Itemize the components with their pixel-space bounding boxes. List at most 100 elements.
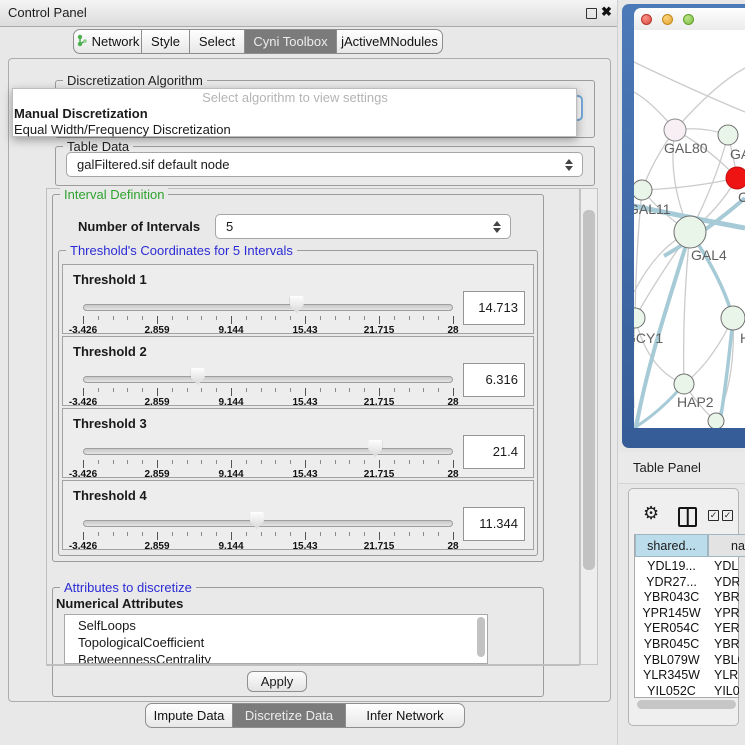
slider-tick [98, 316, 99, 320]
columns-icon[interactable] [678, 507, 697, 527]
table-cell[interactable]: YBL0 [714, 653, 739, 667]
slider-tick [335, 460, 336, 464]
network-node-gcy1[interactable] [634, 308, 645, 328]
table-cell[interactable]: YPR1 [714, 606, 739, 620]
table-cell[interactable]: YBR0 [714, 590, 739, 604]
table-cell[interactable]: YBR043C [635, 590, 708, 604]
network-node-ga[interactable] [718, 125, 738, 145]
slider-tick-label: 21.715 [364, 397, 395, 408]
mac-zoom-icon[interactable] [683, 14, 694, 25]
attribute-item[interactable]: TopologicalCoefficient [65, 634, 487, 651]
threshold-label: Threshold 1 [73, 272, 147, 287]
table-cell[interactable]: YER054C [635, 621, 708, 635]
gear-icon[interactable]: ⚙ [643, 503, 659, 524]
slider-tick [453, 388, 454, 396]
network-canvas[interactable]: GAL80GACGAL11GAL4GCY1HHAP2 [634, 30, 745, 428]
num-intervals-combobox[interactable]: 5 [215, 214, 511, 239]
threshold-value-field[interactable]: 21.4 [463, 435, 525, 469]
float-window-icon[interactable] [586, 8, 597, 19]
list-scrollbar-thumb[interactable] [477, 617, 485, 657]
bottom-tab-impute-data[interactable]: Impute Data [145, 703, 233, 728]
tab-network[interactable]: Network [73, 29, 142, 54]
table-cell[interactable]: YBR0 [714, 637, 739, 651]
slider-tick [83, 316, 84, 324]
algorithm-option[interactable]: Equal Width/Frequency Discretization [13, 122, 576, 138]
tab-jactivemnodules[interactable]: jActiveMNodules [337, 29, 443, 54]
screen: Control Panel ✖ NetworkStyleSelectCyni T… [0, 0, 745, 745]
slider-tick [216, 532, 217, 536]
slider-track[interactable] [83, 304, 453, 311]
slider-tick [231, 316, 232, 324]
checkbox-icon[interactable]: ✓ [708, 510, 719, 521]
apply-button[interactable]: Apply [247, 671, 307, 692]
bottom-tab-infer-network[interactable]: Infer Network [346, 703, 465, 728]
tab-label: Select [199, 34, 235, 49]
tab-cyni-toolbox[interactable]: Cyni Toolbox [245, 29, 337, 54]
network-node-hap2[interactable] [674, 374, 694, 394]
slider-tick [157, 532, 158, 540]
slider-tick [142, 460, 143, 464]
table-cell[interactable]: YDL1 [714, 559, 739, 573]
slider-tick [320, 316, 321, 320]
slider-tick-label: 9.144 [218, 397, 243, 408]
threshold-box: Threshold 1-3.4262.8599.14415.4321.71528… [62, 264, 534, 334]
slider-tick [275, 316, 276, 320]
attribute-item[interactable]: SelfLoops [65, 617, 487, 634]
mac-minimize-icon[interactable] [662, 14, 673, 25]
threshold-value-field[interactable]: 14.713 [463, 291, 525, 325]
table-column-header[interactable]: shared... [635, 534, 708, 557]
numerical-attributes-label: Numerical Attributes [56, 596, 183, 611]
tab-select[interactable]: Select [190, 29, 245, 54]
network-node-h[interactable] [721, 306, 745, 330]
table-cell[interactable]: YER0 [714, 621, 739, 635]
mac-close-icon[interactable] [641, 14, 652, 25]
network-node-gal4[interactable] [674, 216, 706, 248]
threshold-value-field[interactable]: 11.344 [463, 507, 525, 541]
table-cell[interactable]: YLR345W [635, 668, 708, 682]
table-cell[interactable]: YPR145W [635, 606, 708, 620]
attribute-item[interactable]: BetweennessCentrality [65, 651, 487, 664]
threshold-value-field[interactable]: 6.316 [463, 363, 525, 397]
table-cell[interactable]: YDR2 [714, 575, 739, 589]
slider-tick [438, 388, 439, 392]
table-cell[interactable]: YBR045C [635, 637, 708, 651]
bottom-tab-discretize-data[interactable]: Discretize Data [233, 703, 346, 728]
algorithm-popup: Select algorithm to view settings Manual… [12, 88, 577, 137]
slider-tick [83, 460, 84, 468]
slider-tick [98, 460, 99, 464]
table-hscrollbar-thumb[interactable] [637, 700, 736, 709]
table-data-combobox[interactable]: galFiltered.sif default node [66, 152, 583, 177]
slider-tick [172, 460, 173, 464]
checkbox-icon[interactable]: ✓ [722, 510, 733, 521]
slider-tick [127, 316, 128, 320]
slider-tick-label: -3.426 [69, 397, 97, 408]
vertical-scrollbar-thumb[interactable] [583, 210, 595, 570]
table-cell[interactable]: YDR27... [635, 575, 708, 589]
slider-tick [187, 532, 188, 536]
network-window-titlebar[interactable] [634, 8, 745, 31]
network-node-gal11[interactable] [634, 180, 652, 200]
slider-tick [83, 532, 84, 540]
table-cell[interactable]: YLR3 [714, 668, 739, 682]
slider-tick [364, 460, 365, 464]
table-cell[interactable]: YBL079W [635, 653, 708, 667]
slider-tick [275, 388, 276, 392]
slider-tick-label: 15.43 [292, 541, 317, 552]
close-icon[interactable]: ✖ [601, 4, 612, 20]
network-node[interactable] [708, 413, 724, 428]
slider-track[interactable] [83, 448, 453, 455]
tab-style[interactable]: Style [142, 29, 190, 54]
table-cell[interactable]: YDL19... [635, 559, 708, 573]
table-column-header[interactable]: na [708, 534, 745, 557]
slider-tick-label: 9.144 [218, 325, 243, 336]
table-cell[interactable]: YIL0 [714, 684, 739, 698]
numerical-attributes-list[interactable]: SelfLoopsTopologicalCoefficientBetweenne… [64, 614, 488, 664]
slider-track[interactable] [83, 376, 453, 383]
network-node-c[interactable] [726, 167, 745, 189]
network-node-gal80[interactable] [664, 119, 686, 141]
slider-track[interactable] [83, 520, 453, 527]
algorithm-option[interactable]: Manual Discretization [13, 106, 576, 122]
slider-tick [349, 388, 350, 392]
slider-tick [231, 388, 232, 396]
table-cell[interactable]: YIL052C [635, 684, 708, 698]
